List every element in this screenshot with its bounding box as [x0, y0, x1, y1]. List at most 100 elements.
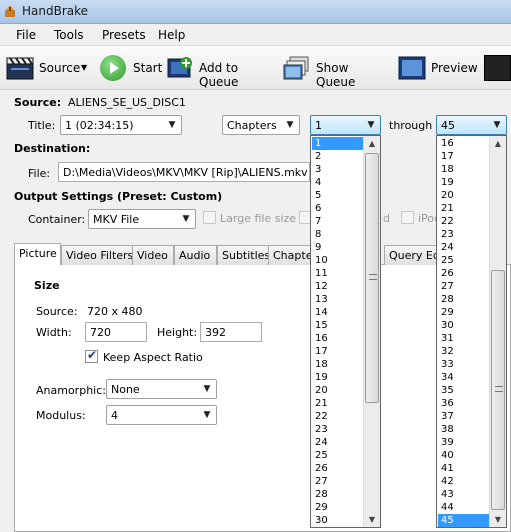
dropdown-option[interactable]: 26: [312, 462, 363, 475]
dropdown-option[interactable]: 12: [312, 280, 363, 293]
dropdown-option[interactable]: 27: [438, 280, 489, 293]
dropdown-option[interactable]: 28: [438, 293, 489, 306]
dropdown-option[interactable]: 45: [438, 514, 489, 527]
preview-button[interactable]: Preview: [396, 52, 478, 84]
add-to-queue-button[interactable]: Add to Queue: [164, 52, 278, 89]
scroll-down-icon[interactable]: ▼: [364, 512, 380, 527]
scroll-down-icon[interactable]: ▼: [490, 512, 506, 527]
dropdown-option[interactable]: 21: [438, 202, 489, 215]
dropdown-option[interactable]: 16: [438, 137, 489, 150]
dropdown-option[interactable]: 17: [312, 345, 363, 358]
dropdown-option[interactable]: 14: [312, 306, 363, 319]
dropdown-option[interactable]: 37: [438, 410, 489, 423]
dropdown-option[interactable]: 36: [438, 397, 489, 410]
dropdown-option[interactable]: 20: [438, 189, 489, 202]
chapter-start-select[interactable]: 1 ▼: [310, 115, 381, 135]
dropdown-option[interactable]: 9: [312, 241, 363, 254]
dropdown-option[interactable]: 27: [312, 475, 363, 488]
tab-chapters[interactable]: Chapters: [268, 245, 312, 265]
dropdown-option[interactable]: 40: [438, 449, 489, 462]
dropdown-option[interactable]: 2: [312, 150, 363, 163]
dropdown-option[interactable]: 6: [312, 202, 363, 215]
menu-file[interactable]: File: [16, 28, 36, 42]
dropdown-option[interactable]: 28: [312, 488, 363, 501]
dropdown-option[interactable]: 18: [438, 163, 489, 176]
dropdown-option[interactable]: 31: [438, 332, 489, 345]
dropdown-option[interactable]: 15: [312, 319, 363, 332]
dropdown-option[interactable]: 35: [438, 384, 489, 397]
dropdown-option[interactable]: 23: [438, 228, 489, 241]
chapter-end-scrollbar[interactable]: ▲ ▼: [489, 136, 506, 527]
file-path-input[interactable]: D:\Media\Videos\MKV\MKV [Rip]\ALIENS.mkv: [58, 162, 310, 182]
dropdown-option[interactable]: 30: [312, 514, 363, 527]
ipod-checkbox[interactable]: [401, 211, 414, 224]
chapter-start-scrollbar[interactable]: ▲ ▼: [363, 136, 380, 527]
dropdown-option[interactable]: 34: [438, 371, 489, 384]
menu-help[interactable]: Help: [158, 28, 185, 42]
dropdown-option[interactable]: 26: [438, 267, 489, 280]
title-select[interactable]: 1 (02:34:15) ▼: [60, 115, 182, 135]
tab-picture[interactable]: Picture: [14, 243, 61, 265]
dropdown-option[interactable]: 39: [438, 436, 489, 449]
scrollbar-thumb[interactable]: [491, 270, 505, 510]
large-file-checkbox[interactable]: [203, 211, 216, 224]
tab-subtitles[interactable]: Subtitles: [217, 245, 275, 265]
menu-presets[interactable]: Presets: [102, 28, 146, 42]
dropdown-option[interactable]: 25: [312, 449, 363, 462]
width-input[interactable]: 720: [85, 322, 147, 342]
anamorphic-select[interactable]: None ▼: [106, 379, 217, 399]
tab-video[interactable]: Video: [132, 245, 174, 265]
height-input[interactable]: 392: [200, 322, 262, 342]
dropdown-option[interactable]: 41: [438, 462, 489, 475]
dropdown-option[interactable]: 4: [312, 176, 363, 189]
dropdown-option[interactable]: 44: [438, 501, 489, 514]
start-button[interactable]: Start: [98, 52, 162, 84]
dropdown-option[interactable]: 3: [312, 163, 363, 176]
keep-aspect-checkbox[interactable]: ✔: [85, 348, 98, 363]
dropdown-option[interactable]: 33: [438, 358, 489, 371]
dropdown-option[interactable]: 19: [438, 176, 489, 189]
dropdown-option[interactable]: 29: [438, 306, 489, 319]
modulus-select[interactable]: 4 ▼: [106, 405, 217, 425]
activity-log-icon[interactable]: [484, 55, 511, 81]
dropdown-option[interactable]: 19: [312, 371, 363, 384]
dropdown-option[interactable]: 25: [438, 254, 489, 267]
dropdown-option[interactable]: 8: [312, 228, 363, 241]
dropdown-option[interactable]: 7: [312, 215, 363, 228]
scrollbar-thumb[interactable]: [365, 153, 379, 403]
scroll-up-icon[interactable]: ▲: [490, 136, 506, 152]
dropdown-option[interactable]: 22: [438, 215, 489, 228]
container-select[interactable]: MKV File ▼: [88, 209, 196, 229]
dropdown-option[interactable]: 30: [438, 319, 489, 332]
tab-audio[interactable]: Audio: [174, 245, 217, 265]
range-mode-select[interactable]: Chapters ▼: [222, 115, 300, 135]
dropdown-option[interactable]: 42: [438, 475, 489, 488]
dropdown-option[interactable]: 10: [312, 254, 363, 267]
dropdown-option[interactable]: 5: [312, 189, 363, 202]
chapter-start-dropdown[interactable]: 30 29 28 27 26 25 24 23 22 21 20 19 18 17 16 15 14 13 12 11…: [310, 135, 381, 528]
dropdown-option[interactable]: 32: [438, 345, 489, 358]
source-button[interactable]: Source ▼: [4, 52, 88, 84]
dropdown-option[interactable]: 11: [312, 267, 363, 280]
dropdown-option[interactable]: 23: [312, 423, 363, 436]
scroll-up-icon[interactable]: ▲: [364, 136, 380, 152]
dropdown-option[interactable]: 43: [438, 488, 489, 501]
dropdown-option[interactable]: 18: [312, 358, 363, 371]
dropdown-option[interactable]: 22: [312, 410, 363, 423]
menu-tools[interactable]: Tools: [54, 28, 84, 42]
dropdown-option[interactable]: 24: [438, 241, 489, 254]
dropdown-option[interactable]: 20: [312, 384, 363, 397]
chapter-end-dropdown[interactable]: 45 44 43 42 41 40 39 38 37 36 35 34 33 32 31 30 29 28 27 26…: [436, 135, 507, 528]
chevron-down-icon: ▼: [168, 120, 176, 130]
dropdown-option[interactable]: 24: [312, 436, 363, 449]
clapperboard-icon: [6, 55, 34, 81]
dropdown-option[interactable]: 21: [312, 397, 363, 410]
dropdown-option[interactable]: 13: [312, 293, 363, 306]
dropdown-option[interactable]: 1: [312, 137, 363, 150]
dropdown-option[interactable]: 29: [312, 501, 363, 514]
chapter-end-select[interactable]: 45 ▼: [436, 115, 507, 135]
show-queue-button[interactable]: Show Queue: [281, 52, 389, 89]
dropdown-option[interactable]: 16: [312, 332, 363, 345]
dropdown-option[interactable]: 38: [438, 423, 489, 436]
dropdown-option[interactable]: 17: [438, 150, 489, 163]
